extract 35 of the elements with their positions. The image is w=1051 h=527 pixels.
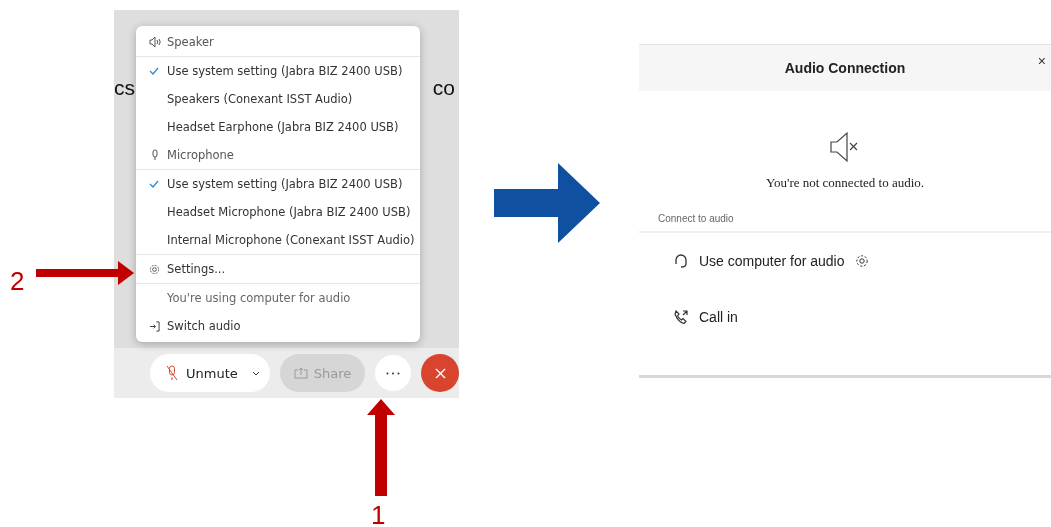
end-call-button[interactable] <box>421 354 459 392</box>
menu-option[interactable]: Headset Earphone (Jabra BIZ 2400 USB) <box>136 113 420 141</box>
menu-header: Microphone <box>167 148 234 162</box>
muted-microphone-icon <box>166 365 178 381</box>
menu-option[interactable]: Speakers (Conexant ISST Audio) <box>136 85 420 113</box>
gear-icon <box>149 263 160 275</box>
unmute-button[interactable]: Unmute <box>150 354 270 392</box>
switch-icon <box>149 320 160 332</box>
share-icon <box>293 367 308 379</box>
close-button[interactable]: × <box>1034 51 1049 71</box>
gear-icon <box>854 254 869 268</box>
status-message: You're not connected to audio. <box>765 175 925 191</box>
menu-option[interactable]: Use system setting (Jabra BIZ 2400 USB) <box>136 57 420 85</box>
switch-audio-item[interactable]: Switch audio <box>136 312 420 340</box>
microphone-icon <box>149 149 161 161</box>
audio-status-text: You're using computer for audio <box>167 291 351 305</box>
more-icon <box>386 371 401 375</box>
close-icon <box>434 367 446 379</box>
menu-option[interactable]: Internal Microphone (Conexant ISST Audio) <box>136 226 420 254</box>
headset-icon <box>673 253 689 269</box>
step-number: 1 <box>371 500 386 527</box>
menu-header: Speaker <box>167 35 214 49</box>
menu-option[interactable]: Use system setting (Jabra BIZ 2400 USB) <box>136 170 420 198</box>
settings-menu-item[interactable]: Settings... <box>136 255 420 283</box>
meeting-title: cs <box>114 76 135 100</box>
menu-option[interactable]: Headset Microphone (Jabra BIZ 2400 USB) <box>136 198 420 226</box>
audio-option[interactable]: Use computer for audio <box>699 253 845 269</box>
audio-option[interactable]: Call in <box>699 309 738 325</box>
section-label: Connect to audio <box>658 213 734 224</box>
step-number: 2 <box>10 266 25 297</box>
meeting-title: co <box>432 76 455 100</box>
speaker-icon <box>149 36 161 48</box>
caret-icon <box>251 370 260 376</box>
dialog-title: Audio Connection <box>784 60 906 76</box>
phone-icon <box>673 309 689 325</box>
